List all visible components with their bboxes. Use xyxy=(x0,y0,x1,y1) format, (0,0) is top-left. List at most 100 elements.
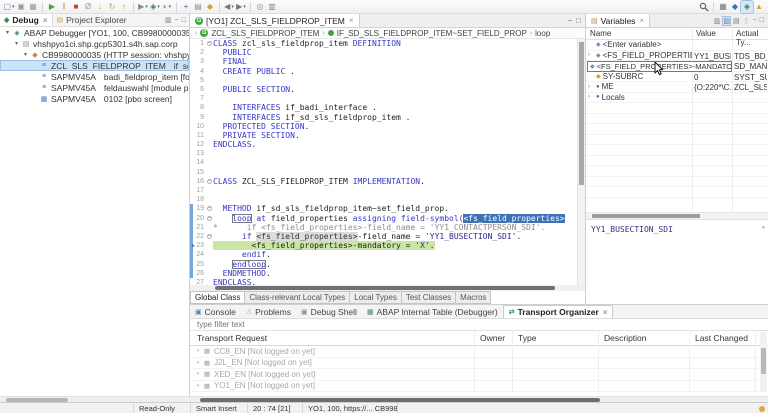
show-type-icon[interactable]: ▧ xyxy=(723,17,730,25)
tab-abap-internal-table-debugger-[interactable]: ▦ABAP Internal Table (Debugger) xyxy=(362,305,503,318)
tab-console[interactable]: ▣Console xyxy=(190,305,241,318)
code-line[interactable]: 12ENDCLASS. xyxy=(190,140,577,149)
code-line[interactable]: 8 INTERFACES if_badi_interface . xyxy=(190,103,577,112)
collapse-icon[interactable]: – xyxy=(207,216,212,221)
variable-detail-pane[interactable]: YY1_BUSECTION_SDI ▲ xyxy=(586,219,768,304)
suspend-button[interactable]: ‖ xyxy=(58,1,70,13)
code-line[interactable]: 9 INTERFACES if_sd_sls_fieldprop_item . xyxy=(190,113,577,122)
code-line[interactable]: 18 xyxy=(190,195,577,204)
back-button[interactable]: ◀▾ xyxy=(223,1,235,13)
editor-vertical-scrollbar[interactable] xyxy=(577,39,585,285)
code-line[interactable]: 22– if <fs_field_properties>-field_name … xyxy=(190,232,577,241)
tab-problems[interactable]: ⚠Problems xyxy=(241,305,296,318)
scrollbar-thumb[interactable] xyxy=(579,42,584,185)
tree-item[interactable]: ▾▤vhshpyo1ci.shp.gcp5301.s4h.sap.corp xyxy=(0,38,189,49)
layout-icon[interactable]: ▤ xyxy=(733,17,740,25)
section-tab-local-types[interactable]: Local Types xyxy=(349,291,402,304)
abap-element-info-button[interactable]: ◆ xyxy=(204,1,216,13)
code-line[interactable]: 14 xyxy=(190,158,577,167)
expand-arrow-icon[interactable]: › xyxy=(194,371,202,377)
tab-debug[interactable]: ◈ Debug × xyxy=(0,14,53,26)
column-header-value[interactable]: Value xyxy=(696,29,716,38)
breadcrumb-class[interactable]: ZCL_SLS_FIELDPROP_ITEM xyxy=(211,29,319,38)
scroll-up-icon[interactable]: ▲ xyxy=(762,224,765,230)
transport-row[interactable]: ›▦YO1_EN [Not logged on yet] xyxy=(190,381,759,393)
collapse-icon[interactable]: – xyxy=(207,234,212,239)
editor-list-button[interactable]: ▥ xyxy=(266,1,278,13)
code-line[interactable]: 24 endif. xyxy=(190,250,577,259)
abap-perspective-button[interactable]: ◆ xyxy=(729,1,741,13)
tab-variables[interactable]: ▤ Variables × xyxy=(586,14,650,27)
expand-arrow-icon[interactable]: › xyxy=(194,360,202,366)
code-line[interactable]: 26 ENDMETHOD. xyxy=(190,269,577,278)
filter-input[interactable] xyxy=(197,320,497,329)
tree-item[interactable]: ▾◆CB9980000035 (HTTP session: vhshpyo1ci… xyxy=(0,49,189,60)
tree-item[interactable]: ≡SAPMV45Afeldauswahl [module pbo] xyxy=(0,82,189,93)
minimize-icon[interactable]: − xyxy=(753,17,757,24)
close-icon[interactable]: × xyxy=(349,16,354,25)
section-tab-global-class[interactable]: Global Class xyxy=(190,291,245,304)
search-button[interactable] xyxy=(698,1,710,13)
collapse-all-icon[interactable]: ▥ xyxy=(714,17,721,25)
open-perspective-button[interactable]: ▦ xyxy=(717,1,729,13)
code-line[interactable]: 13 xyxy=(190,149,577,158)
expand-arrow-icon[interactable]: ▾ xyxy=(3,29,12,36)
expand-arrow-icon[interactable]: › xyxy=(588,94,594,100)
scrollbar-thumb[interactable] xyxy=(215,286,555,290)
minimize-icon[interactable]: − xyxy=(567,16,572,25)
code-line[interactable]: 17 xyxy=(190,186,577,195)
transport-row[interactable]: ›▦CC8_EN [Not logged on yet] xyxy=(190,346,759,358)
save-button[interactable]: ▣ xyxy=(15,1,27,13)
breadcrumb-method[interactable]: IF_SD_SLS_FIELDPROP_ITEM~SET_FIELD_PROP xyxy=(337,29,527,38)
new-abap-object-button[interactable]: + xyxy=(180,1,192,13)
tab-debug-shell[interactable]: ▣Debug Shell xyxy=(296,305,362,318)
code-line[interactable]: 15 xyxy=(190,168,577,177)
variable-row[interactable]: ›◆<FS_FIELD_PROPERTIES>YY1_BUSE...TDS_BD… xyxy=(586,51,768,62)
save-all-button[interactable]: ▦ xyxy=(27,1,39,13)
transport-vertical-scrollbar[interactable] xyxy=(760,332,767,392)
scrollbar-thumb[interactable] xyxy=(592,214,700,218)
code-line[interactable]: 2 PUBLIC xyxy=(190,48,577,57)
variable-row[interactable]: ◆<Enter variable> xyxy=(586,40,768,51)
collapse-icon[interactable]: – xyxy=(207,41,212,46)
notification-icon[interactable] xyxy=(759,406,765,412)
fold-marker[interactable]: – xyxy=(206,204,213,213)
close-icon[interactable]: × xyxy=(639,16,644,25)
view-menu-icon[interactable]: ⋮ xyxy=(743,17,750,25)
tree-item[interactable]: ≡SAPMV45Abadi_fieldprop_item [form] xyxy=(0,71,189,82)
open-abap-object-button[interactable]: ▤ xyxy=(192,1,204,13)
column-header-type[interactable]: Type xyxy=(518,333,536,343)
step-return-button[interactable]: ↑ xyxy=(118,1,130,13)
code-editor[interactable]: 1–CLASS zcl_sls_fieldprop_item DEFINITIO… xyxy=(190,39,577,285)
column-header-description[interactable]: Description xyxy=(604,333,647,343)
expand-arrow-icon[interactable]: ▾ xyxy=(21,51,30,58)
section-tab-macros[interactable]: Macros xyxy=(455,291,491,304)
breadcrumb-block[interactable]: loop xyxy=(535,29,550,38)
section-tab-test-classes[interactable]: Test Classes xyxy=(401,291,456,304)
section-tab-class-relevant-local-types[interactable]: Class-relevant Local Types xyxy=(244,291,350,304)
column-header-owner[interactable]: Owner xyxy=(480,333,505,343)
run-button[interactable]: ▶▾ xyxy=(137,1,149,13)
code-line[interactable]: 19– METHOD if_sd_sls_fieldprop_item~set_… xyxy=(190,204,577,213)
pin-editor-button[interactable]: ◎ xyxy=(254,1,266,13)
code-line[interactable]: 25 endloop. xyxy=(190,260,577,269)
transport-row[interactable]: ›▦J2L_EN [Not logged on yet] xyxy=(190,358,759,370)
code-line[interactable]: 4 CREATE PUBLIC . xyxy=(190,67,577,76)
column-header-name[interactable]: Name xyxy=(590,29,611,38)
editor-tab[interactable]: G [YO1] ZCL_SLS_FIELDPROP_ITEM × xyxy=(190,14,360,27)
code-line[interactable]: 10 PROTECTED SECTION. xyxy=(190,122,577,131)
variable-row[interactable]: ›●ME{O:220*\C...ZCL_SLS_F... xyxy=(586,82,768,93)
code-line[interactable]: 7 xyxy=(190,94,577,103)
forward-button[interactable]: ▶▾ xyxy=(235,1,247,13)
transport-row[interactable]: ›▦XED_EN [Not logged on yet] xyxy=(190,369,759,381)
collapse-icon[interactable]: – xyxy=(207,179,212,184)
code-line[interactable]: 21* if <fs_field_properties>-field_name … xyxy=(190,223,577,232)
code-line[interactable]: 3 FINAL xyxy=(190,57,577,66)
maximize-icon[interactable]: □ xyxy=(760,17,764,24)
debug-button[interactable]: ◈▾ xyxy=(149,1,161,13)
step-over-button[interactable]: ↻ xyxy=(106,1,118,13)
column-header-last-changed[interactable]: Last Changed xyxy=(695,333,748,343)
step-into-button[interactable]: ↓ xyxy=(94,1,106,13)
code-line[interactable]: 27ENDCLASS. xyxy=(190,278,577,285)
variable-row[interactable]: ◆<FS_FIELD_PROPERTIES>-MANDATORYSD_MAN..… xyxy=(586,61,768,72)
